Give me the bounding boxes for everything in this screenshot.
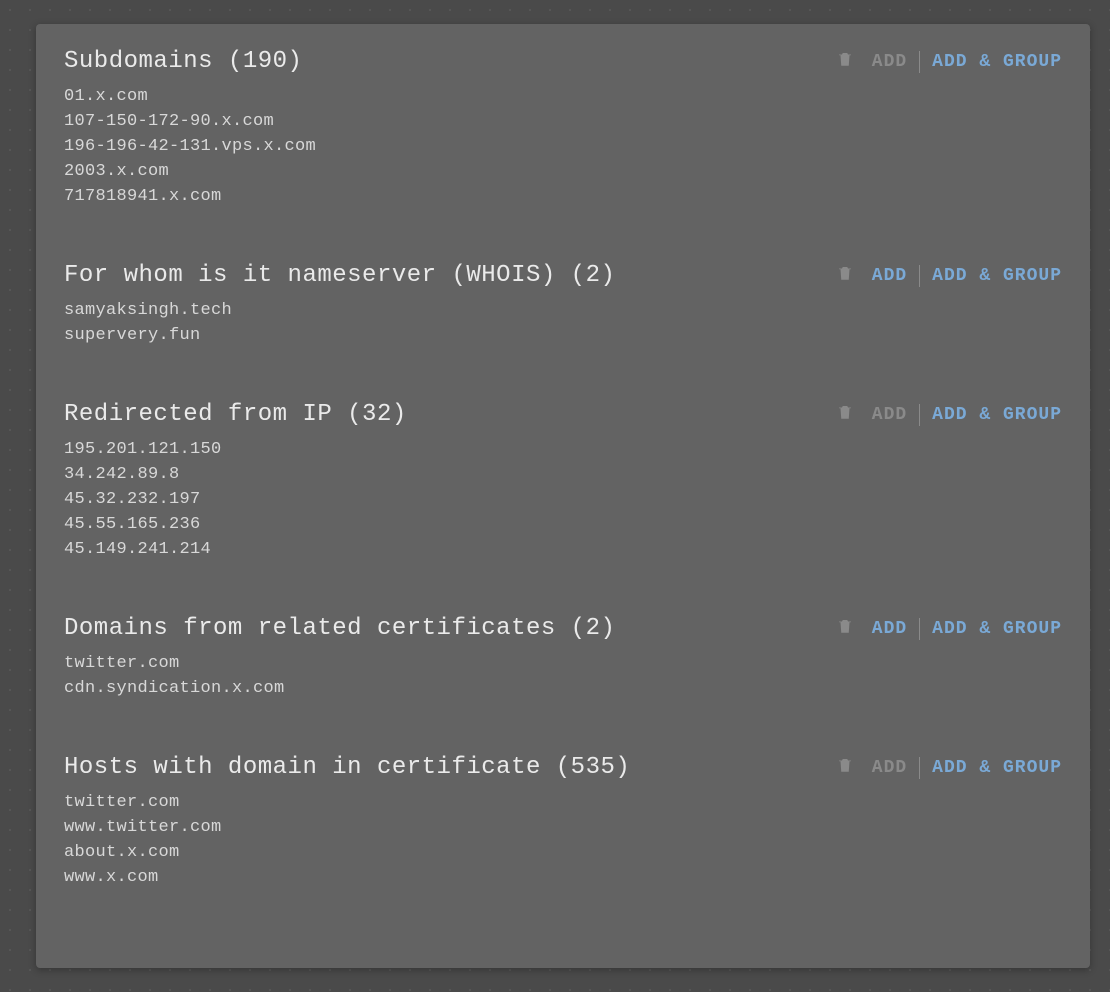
section-title: Hosts with domain in certificate (535) xyxy=(64,754,630,781)
section-header: Domains from related certificates (2) ADD… xyxy=(64,615,1062,642)
section-items: 01.x.com 107-150-172-90.x.com 196-196-42-1… xyxy=(64,87,1062,206)
section-redirected-from-ip: Redirected from IP (32) ADD ADD & GROUP 195… xyxy=(64,401,1062,559)
section-actions: ADD ADD & GROUP xyxy=(836,755,1062,780)
action-divider xyxy=(919,618,920,640)
section-whois-nameserver: For whom is it nameserver (WHOIS) (2) ADD… xyxy=(64,262,1062,345)
list-item[interactable]: supervery.fun xyxy=(64,326,1062,345)
section-header: Hosts with domain in certificate (535) AD… xyxy=(64,754,1062,781)
action-divider xyxy=(919,265,920,287)
results-panel: Subdomains (190) ADD ADD & GROUP 01.x.com 10… xyxy=(36,24,1090,968)
section-title-text: For whom is it nameserver (WHOIS) xyxy=(64,262,556,289)
section-actions: ADD ADD & GROUP xyxy=(836,402,1062,427)
section-count: (190) xyxy=(213,48,302,75)
trash-icon[interactable] xyxy=(836,755,860,780)
section-count: (535) xyxy=(541,754,630,781)
trash-icon[interactable] xyxy=(836,49,860,74)
list-item[interactable]: 196-196-42-131.vps.x.com xyxy=(64,137,1062,156)
add-button[interactable]: ADD xyxy=(872,405,907,425)
section-hosts-domain-certificate: Hosts with domain in certificate (535) AD… xyxy=(64,754,1062,887)
list-item[interactable]: 45.55.165.236 xyxy=(64,515,1062,534)
section-actions: ADD ADD & GROUP xyxy=(836,263,1062,288)
section-title: Domains from related certificates (2) xyxy=(64,615,615,642)
add-button[interactable]: ADD xyxy=(872,619,907,639)
trash-icon[interactable] xyxy=(836,263,860,288)
section-title: For whom is it nameserver (WHOIS) (2) xyxy=(64,262,615,289)
trash-icon[interactable] xyxy=(836,616,860,641)
section-title-text: Hosts with domain in certificate xyxy=(64,754,541,781)
section-items: 195.201.121.150 34.242.89.8 45.32.232.197 4… xyxy=(64,440,1062,559)
trash-icon[interactable] xyxy=(836,402,860,427)
list-item[interactable]: about.x.com xyxy=(64,843,1062,862)
section-subdomains: Subdomains (190) ADD ADD & GROUP 01.x.com 10… xyxy=(64,48,1062,206)
action-divider xyxy=(919,404,920,426)
list-item[interactable]: 01.x.com xyxy=(64,87,1062,106)
action-divider xyxy=(919,51,920,73)
add-button[interactable]: ADD xyxy=(872,52,907,72)
list-item[interactable]: 45.32.232.197 xyxy=(64,490,1062,509)
list-item[interactable]: cdn.syndication.x.com xyxy=(64,679,1062,698)
list-item[interactable]: twitter.com xyxy=(64,793,1062,812)
add-and-group-button[interactable]: ADD & GROUP xyxy=(932,758,1062,778)
add-and-group-button[interactable]: ADD & GROUP xyxy=(932,52,1062,72)
list-item[interactable]: 45.149.241.214 xyxy=(64,540,1062,559)
list-item[interactable]: www.twitter.com xyxy=(64,818,1062,837)
section-count: (2) xyxy=(556,615,616,642)
section-related-certificates: Domains from related certificates (2) ADD… xyxy=(64,615,1062,698)
section-header: For whom is it nameserver (WHOIS) (2) ADD… xyxy=(64,262,1062,289)
add-and-group-button[interactable]: ADD & GROUP xyxy=(932,619,1062,639)
section-items: twitter.com www.twitter.com about.x.com www… xyxy=(64,793,1062,887)
section-title-text: Subdomains xyxy=(64,48,213,75)
section-items: twitter.com cdn.syndication.x.com xyxy=(64,654,1062,698)
add-and-group-button[interactable]: ADD & GROUP xyxy=(932,266,1062,286)
action-divider xyxy=(919,757,920,779)
section-title: Redirected from IP (32) xyxy=(64,401,407,428)
section-count: (32) xyxy=(332,401,407,428)
list-item[interactable]: 717818941.x.com xyxy=(64,187,1062,206)
add-button[interactable]: ADD xyxy=(872,266,907,286)
add-button[interactable]: ADD xyxy=(872,758,907,778)
section-header: Subdomains (190) ADD ADD & GROUP xyxy=(64,48,1062,75)
list-item[interactable]: samyaksingh.tech xyxy=(64,301,1062,320)
section-header: Redirected from IP (32) ADD ADD & GROUP xyxy=(64,401,1062,428)
add-and-group-button[interactable]: ADD & GROUP xyxy=(932,405,1062,425)
section-count: (2) xyxy=(556,262,616,289)
section-title-text: Redirected from IP xyxy=(64,401,332,428)
list-item[interactable]: 195.201.121.150 xyxy=(64,440,1062,459)
list-item[interactable]: www.x.com xyxy=(64,868,1062,887)
section-title-text: Domains from related certificates xyxy=(64,615,556,642)
list-item[interactable]: 2003.x.com xyxy=(64,162,1062,181)
list-item[interactable]: 34.242.89.8 xyxy=(64,465,1062,484)
section-actions: ADD ADD & GROUP xyxy=(836,49,1062,74)
section-title: Subdomains (190) xyxy=(64,48,302,75)
section-actions: ADD ADD & GROUP xyxy=(836,616,1062,641)
section-items: samyaksingh.tech supervery.fun xyxy=(64,301,1062,345)
list-item[interactable]: twitter.com xyxy=(64,654,1062,673)
list-item[interactable]: 107-150-172-90.x.com xyxy=(64,112,1062,131)
